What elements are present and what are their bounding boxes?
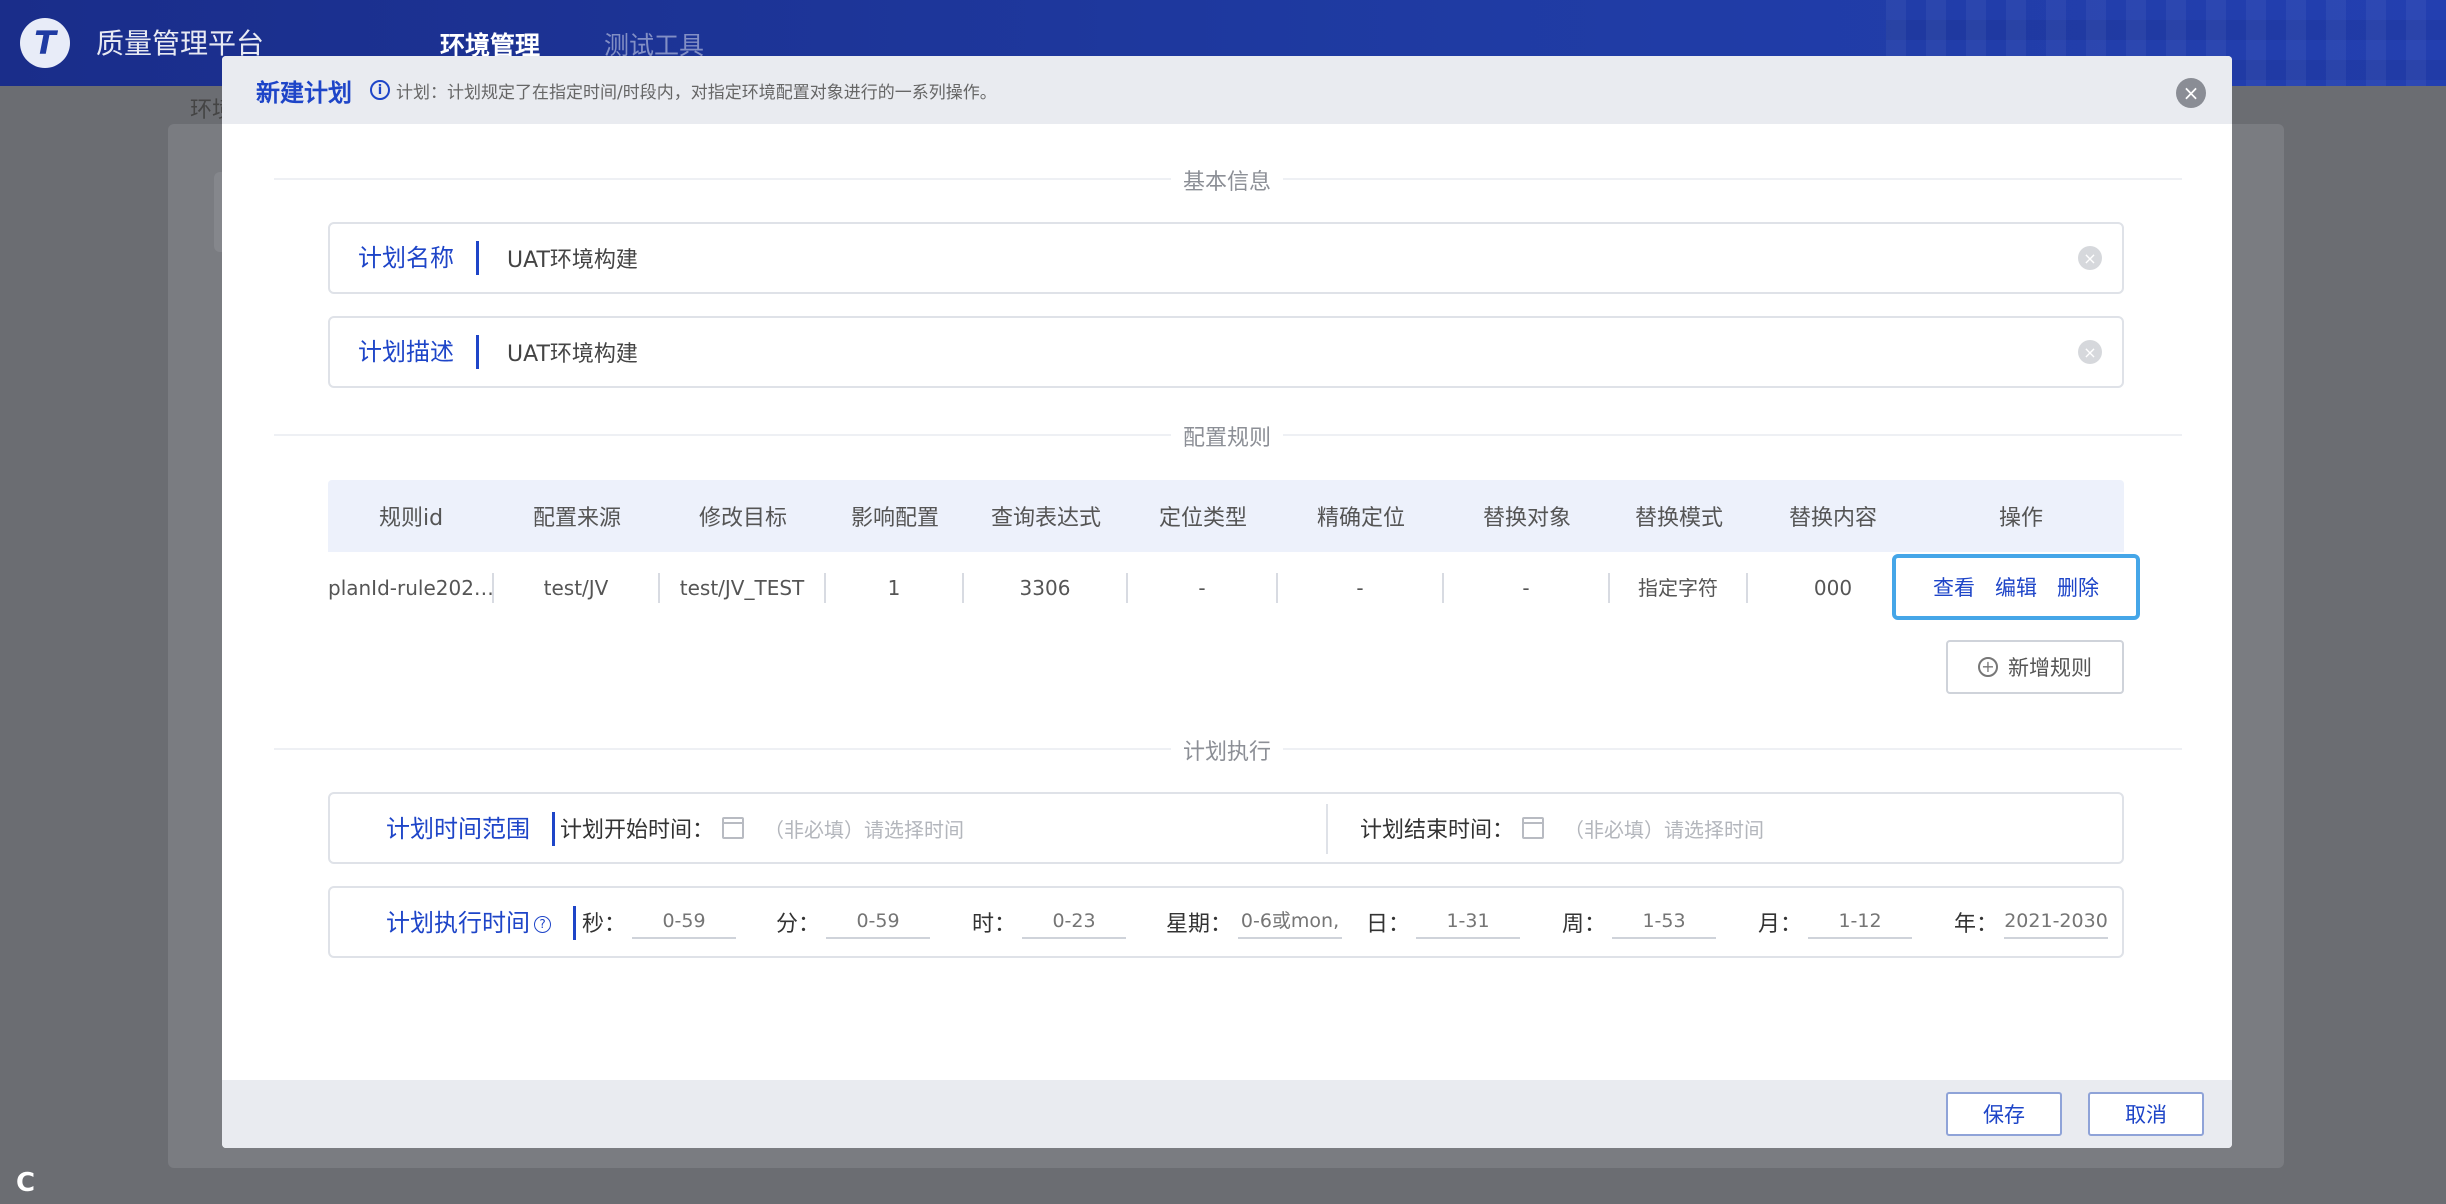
- start-time-picker[interactable]: 计划开始时间： （非必填）请选择时间: [560, 794, 964, 862]
- plan-desc-input[interactable]: UAT环境构建: [507, 336, 2078, 368]
- section-title-exec-text: 计划执行: [1170, 740, 1283, 765]
- cell-target: test/JV_TEST: [660, 573, 826, 603]
- cron-year-input[interactable]: [2004, 905, 2109, 939]
- cron-week-label: 周：: [1562, 912, 1607, 937]
- cell-mode: 指定字符: [1610, 573, 1748, 603]
- cell-query: 3306: [964, 573, 1128, 603]
- col-rule-id: 规则id: [378, 506, 444, 531]
- exec-time-label: 计划执行时间?: [386, 906, 576, 940]
- col-replace-obj: 替换对象: [1482, 506, 1571, 531]
- cron-day-label: 日：: [1366, 912, 1411, 937]
- plan-desc-field[interactable]: 计划描述 UAT环境构建 ×: [328, 316, 2124, 388]
- add-rule-button[interactable]: + 新增规则: [1946, 640, 2124, 694]
- modal-footer: 保存 取消: [222, 1080, 2232, 1148]
- edit-rule-link[interactable]: 编辑: [1995, 572, 2037, 602]
- cron-hour-input[interactable]: [1022, 905, 1127, 939]
- end-time-placeholder[interactable]: （非必填）请选择时间: [1564, 814, 1764, 843]
- table-row: planId-rule202… test/JV test/JV_TEST 1 3…: [328, 552, 2124, 624]
- exec-time-field: 计划执行时间? 秒： 分： 时： 星期： 日： 周： 月：: [328, 886, 2124, 958]
- plan-name-field[interactable]: 计划名称 UAT环境构建 ×: [328, 222, 2124, 294]
- cron-day-input[interactable]: [1416, 905, 1521, 939]
- exec-time-label-text: 计划执行时间: [386, 909, 530, 937]
- rules-table: 规则id 配置来源 修改目标 影响配置 查询表达式 定位类型 精确定位 替换对象…: [328, 480, 2124, 624]
- section-title-basic: 基本信息: [222, 164, 2232, 196]
- help-icon[interactable]: ?: [534, 915, 551, 933]
- cron-week-input[interactable]: [1612, 905, 1717, 939]
- clear-icon[interactable]: ×: [2078, 246, 2102, 270]
- cron-day: 日：: [1366, 902, 1521, 942]
- start-time-placeholder[interactable]: （非必填）请选择时间: [764, 814, 964, 843]
- calendar-icon: [722, 817, 745, 839]
- col-content: 替换内容: [1788, 506, 1877, 531]
- col-precise: 精确定位: [1316, 506, 1405, 531]
- cron-minute-input[interactable]: [826, 905, 931, 939]
- close-button[interactable]: ×: [2176, 78, 2206, 108]
- modal-hint: 计划：计划规定了在指定时间/时段内，对指定环境配置对象进行的一系列操作。: [396, 82, 997, 103]
- cron-second: 秒：: [582, 902, 737, 942]
- add-rule-label: 新增规则: [2008, 656, 2092, 680]
- cron-year-label: 年：: [1954, 912, 1999, 937]
- time-range-field: 计划时间范围 计划开始时间： （非必填）请选择时间 计划结束时间： （非必填）请…: [328, 792, 2124, 864]
- cron-month-input[interactable]: [1808, 905, 1913, 939]
- col-query: 查询表达式: [990, 506, 1101, 531]
- cron-weekday-input[interactable]: [1238, 905, 1343, 939]
- plus-circle-icon: +: [1978, 657, 1998, 677]
- info-icon: i: [370, 80, 390, 100]
- save-button[interactable]: 保存: [1946, 1092, 2062, 1136]
- section-title-rules-text: 配置规则: [1170, 426, 1283, 451]
- divider: [1326, 804, 1328, 854]
- section-title-basic-text: 基本信息: [1170, 170, 1283, 195]
- section-title-exec: 计划执行: [222, 734, 2232, 766]
- corner-logo: C: [16, 1168, 36, 1198]
- plan-desc-label: 计划描述: [358, 335, 479, 369]
- cron-weekday: 星期：: [1166, 902, 1343, 942]
- clear-icon[interactable]: ×: [2078, 340, 2102, 364]
- plan-name-label: 计划名称: [358, 241, 479, 275]
- cron-minute-label: 分：: [776, 912, 821, 937]
- modal-title: 新建计划: [256, 78, 352, 107]
- table-header: 规则id 配置来源 修改目标 影响配置 查询表达式 定位类型 精确定位 替换对象…: [328, 480, 2124, 552]
- delete-rule-link[interactable]: 删除: [2057, 572, 2099, 602]
- col-target: 修改目标: [698, 506, 787, 531]
- cron-month-label: 月：: [1758, 912, 1803, 937]
- new-plan-modal: 新建计划 i 计划：计划规定了在指定时间/时段内，对指定环境配置对象进行的一系列…: [222, 56, 2232, 1148]
- col-mode: 替换模式: [1634, 506, 1723, 531]
- cron-week: 周：: [1562, 902, 1717, 942]
- plan-name-input[interactable]: UAT环境构建: [507, 242, 2078, 274]
- col-source: 配置来源: [532, 506, 621, 531]
- cron-minute: 分：: [776, 902, 931, 942]
- cell-precise: -: [1278, 573, 1444, 603]
- cell-loc-type: -: [1128, 573, 1278, 603]
- time-range-label: 计划时间范围: [386, 812, 555, 846]
- cell-source: test/JV: [494, 573, 660, 603]
- view-rule-link[interactable]: 查看: [1933, 572, 1975, 602]
- cancel-button[interactable]: 取消: [2088, 1092, 2204, 1136]
- end-time-label: 计划结束时间：: [1360, 818, 1515, 843]
- end-time-picker[interactable]: 计划结束时间： （非必填）请选择时间: [1360, 794, 1764, 862]
- logo-letter: T: [34, 24, 56, 62]
- col-actions: 操作: [1998, 506, 2043, 531]
- col-loc-type: 定位类型: [1158, 506, 1247, 531]
- cell-rule-id: planId-rule202…: [328, 573, 494, 603]
- cron-second-input[interactable]: [632, 905, 737, 939]
- modal-header: 新建计划 i 计划：计划规定了在指定时间/时段内，对指定环境配置对象进行的一系列…: [222, 56, 2232, 124]
- start-time-label: 计划开始时间：: [560, 818, 715, 843]
- cron-hour-label: 时：: [972, 912, 1017, 937]
- col-affect: 影响配置: [850, 506, 939, 531]
- cron-month: 月：: [1758, 902, 1913, 942]
- app-logo: T: [20, 18, 70, 68]
- cron-hour: 时：: [972, 902, 1127, 942]
- cell-affect: 1: [826, 573, 964, 603]
- cell-replace-obj: -: [1444, 573, 1610, 603]
- calendar-icon: [1522, 817, 1545, 839]
- cron-weekday-label: 星期：: [1166, 912, 1233, 937]
- row-actions: 查看 编辑 删除: [1892, 554, 2140, 620]
- section-title-rules: 配置规则: [222, 420, 2232, 452]
- cron-year: 年：: [1954, 902, 2109, 942]
- cron-second-label: 秒：: [582, 912, 627, 937]
